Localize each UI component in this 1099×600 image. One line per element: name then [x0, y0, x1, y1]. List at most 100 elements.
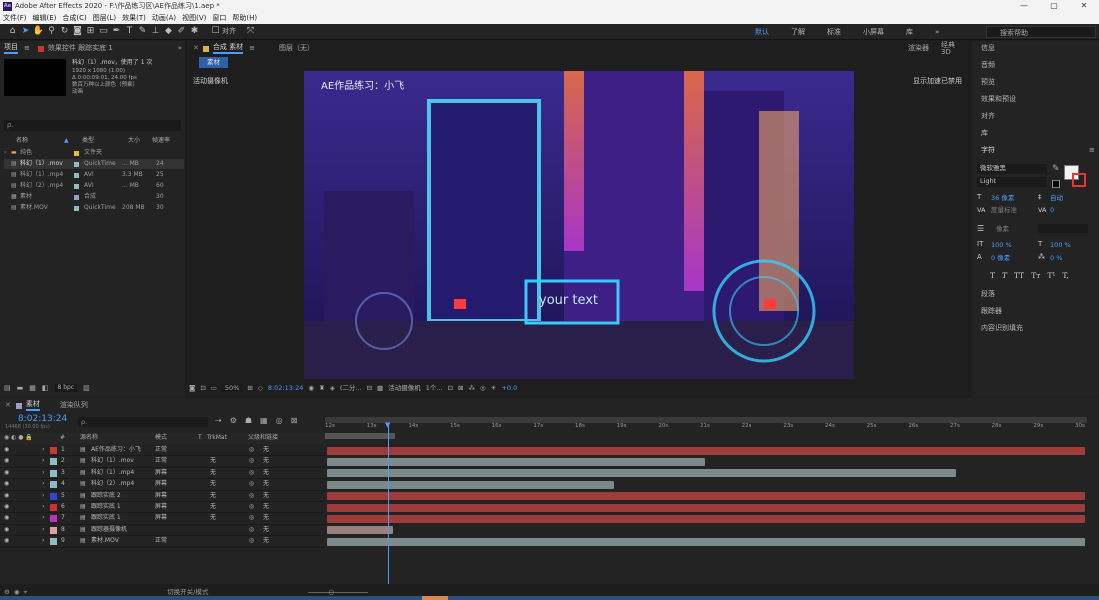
mask-visibility-icon[interactable]: ◇	[258, 385, 263, 392]
twirl-icon[interactable]: ›	[42, 492, 44, 499]
exposure-icon[interactable]: ☀	[491, 385, 497, 392]
transparency-grid-icon[interactable]: ▩	[377, 385, 383, 392]
menu-composition[interactable]: 合成(C)	[62, 14, 86, 22]
menu-effect[interactable]: 效果(T)	[122, 14, 146, 22]
panel-align[interactable]: 对齐	[981, 113, 995, 120]
font-family-dropdown[interactable]: 微软雅黑	[977, 164, 1047, 174]
hand-tool-icon[interactable]: ✋	[32, 25, 45, 38]
current-timecode[interactable]: 8:02:13:24	[18, 415, 67, 424]
horizontal-scale-value[interactable]: 100 %	[1050, 242, 1071, 249]
snapshot-icon[interactable]: ◉	[308, 385, 314, 392]
zoom-slider[interactable]	[308, 591, 369, 593]
layer-mode[interactable]: 屏幕	[155, 469, 167, 476]
layer-switches-icon[interactable]: ⚙	[4, 589, 10, 596]
layer-row[interactable]: ◉ › 2 ▤ 科幻（1）.mov 正常 无 ◎ 无	[0, 456, 325, 468]
workspace-library[interactable]: 库	[906, 28, 913, 36]
layer-duration-bar[interactable]	[327, 480, 614, 489]
exposure-value[interactable]: +0.0	[501, 385, 517, 392]
col-source-name[interactable]: 源名称	[80, 435, 98, 441]
type-tool-icon[interactable]: T	[123, 25, 136, 38]
selection-tool-icon[interactable]: ➤	[19, 25, 32, 38]
layer-mode[interactable]: 屏幕	[155, 481, 167, 487]
tab-layer[interactable]: 图层（无）	[279, 45, 314, 52]
twirl-icon[interactable]: ›	[42, 458, 44, 464]
layer-row[interactable]: ◉ › 1 ▤ AE作品练习：小飞 正常 ◎ 无	[0, 445, 325, 457]
menu-animation[interactable]: 动画(A)	[152, 14, 176, 22]
eyedropper-icon[interactable]: ✎	[1052, 165, 1060, 174]
expand-arrow-icon[interactable]: ›	[4, 150, 6, 156]
home-icon[interactable]: ⌂	[6, 25, 19, 38]
panel-audio[interactable]: 音频	[981, 62, 995, 69]
work-area-bar[interactable]	[325, 433, 395, 439]
eye-icon[interactable]: ◉	[4, 492, 9, 499]
layer-parent[interactable]: 无	[263, 458, 269, 464]
tab-effect-controls[interactable]: 效果控件 跟踪实底 1	[48, 45, 113, 52]
align-checkbox-icon[interactable]: ☐	[209, 25, 222, 38]
layer-trkmat[interactable]: 无	[210, 458, 216, 464]
col-fps[interactable]: 帧速率	[152, 138, 170, 144]
workspace-more[interactable]: »	[935, 28, 939, 36]
vertical-scale-value[interactable]: 100 %	[991, 242, 1012, 249]
font-style-dropdown[interactable]: Light	[977, 177, 1047, 187]
panel-character-title[interactable]: 字符	[981, 147, 995, 154]
brush-tool-icon[interactable]: ✎	[136, 25, 149, 38]
layer-duration-bar[interactable]	[327, 503, 1085, 512]
menu-edit[interactable]: 编辑(E)	[33, 14, 57, 22]
twirl-icon[interactable]: ›	[42, 526, 44, 533]
layer-duration-bar[interactable]	[327, 457, 705, 466]
layer-row[interactable]: ◉ › 5 ▤ 跟踪实底 2 屏幕 无 ◎ 无	[0, 491, 325, 502]
tab-project[interactable]: 项目	[4, 43, 18, 54]
parent-pickwhip-icon[interactable]: ◎	[249, 458, 254, 464]
stroke-unit[interactable]: 像素	[996, 226, 1009, 233]
eye-icon[interactable]: ◉	[4, 447, 9, 453]
new-folder-icon[interactable]: ▬	[17, 384, 24, 392]
layer-search-input[interactable]: ρ.	[78, 417, 208, 427]
layer-row[interactable]: ◉ › 4 ▤ 科幻（2）.mp4 屏幕 无 ◎ 无	[0, 479, 325, 491]
layer-parent[interactable]: 无	[263, 526, 269, 533]
project-row[interactable]: › ▬ 纯色 文件夹	[4, 148, 184, 158]
project-row[interactable]: ▦ 素材 合成 30	[4, 192, 184, 202]
workspace-standard[interactable]: 标准	[827, 28, 841, 36]
layer-row[interactable]: ◉ › 7 ▤ 跟踪实底 1 屏幕 无 ◎ 无	[0, 513, 325, 525]
menu-file[interactable]: 文件(F)	[3, 14, 27, 22]
character-menu-icon[interactable]: ≡	[1089, 147, 1095, 154]
in-out-icon[interactable]: ⌖	[24, 589, 28, 596]
panel-effects-presets[interactable]: 效果和预设	[981, 96, 1016, 103]
interpret-footage-icon[interactable]: ▤	[4, 384, 11, 392]
stroke-mode-dropdown[interactable]	[1038, 224, 1088, 233]
leading-value[interactable]: 自动	[1050, 195, 1063, 202]
parent-pickwhip-icon[interactable]: ◎	[249, 515, 254, 521]
project-search-input[interactable]: ρ.	[4, 120, 181, 131]
shy-icon[interactable]: ☗	[245, 417, 252, 425]
layer-duration-bar[interactable]	[327, 469, 956, 478]
parent-pickwhip-icon[interactable]: ◎	[249, 504, 254, 510]
stroke-color-swatch[interactable]	[1072, 173, 1086, 187]
layer-name[interactable]: AE作品练习：小飞	[91, 447, 141, 453]
minimize-button[interactable]: —	[1009, 0, 1039, 12]
label-color-swatch[interactable]	[50, 469, 57, 477]
eye-icon[interactable]: ◉	[4, 538, 9, 544]
playhead[interactable]	[388, 423, 389, 588]
tab-render-queue[interactable]: 渲染队列	[60, 402, 88, 409]
comp-menu-icon[interactable]: ≡	[249, 45, 255, 52]
layer-duration-bar[interactable]	[327, 446, 1085, 455]
pan-behind-tool-icon[interactable]: ⊞	[84, 25, 97, 38]
show-snapshot-icon[interactable]: ♜	[319, 385, 325, 392]
label-color-swatch[interactable]	[50, 447, 57, 454]
small-caps-button[interactable]: Tт	[1031, 272, 1040, 280]
font-size-value[interactable]: 36 像素	[991, 195, 1014, 202]
color-settings-icon[interactable]: ◧	[42, 384, 49, 392]
parent-pickwhip-icon[interactable]: ◎	[249, 538, 254, 544]
project-row[interactable]: ▤ 科幻（1）.mov QuickTime ... MB 24	[4, 159, 184, 169]
layer-name[interactable]: 跟踪实底 2	[91, 492, 121, 499]
label-color-swatch[interactable]	[50, 492, 57, 500]
zoom-slider-handle-icon[interactable]: ○	[328, 589, 334, 596]
time-ruler[interactable]: 12s 13s 14s 15s 16s 17s 18s 19s 20s 21s 22s 23s 24s 2…	[325, 423, 1087, 433]
delete-icon[interactable]: ▥	[83, 384, 90, 392]
layer-mode[interactable]: 正常	[155, 447, 167, 453]
twirl-icon[interactable]: ›	[42, 469, 44, 476]
panel-tracker[interactable]: 跟踪器	[981, 308, 1002, 315]
close-tab-icon[interactable]: ✕	[193, 45, 199, 52]
panel-libraries[interactable]: 库	[981, 130, 988, 137]
clone-stamp-tool-icon[interactable]: ⊥	[149, 25, 162, 38]
